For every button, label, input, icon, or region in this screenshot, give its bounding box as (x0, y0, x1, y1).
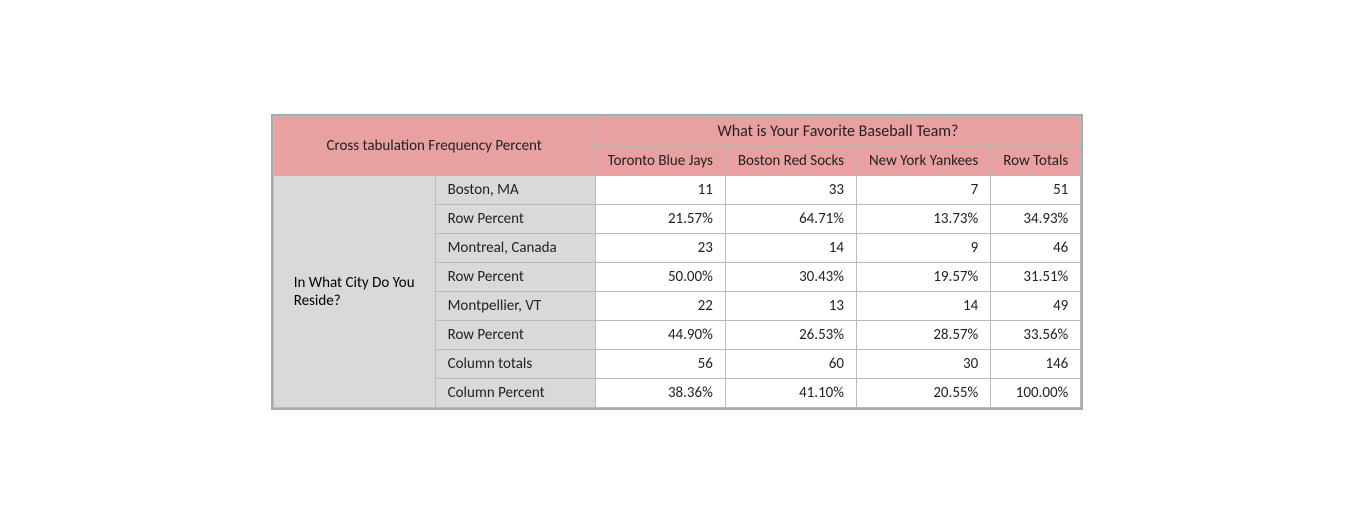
crosstab-table: Cross tabulation Frequency Percent What … (271, 114, 1084, 410)
table-cell: 11 (595, 176, 725, 205)
row-label: Montpellier, VT (435, 292, 595, 321)
cross-tab-label: Cross tabulation Frequency Percent (273, 117, 595, 176)
table-cell: 13.73% (857, 205, 991, 234)
row-label: Boston, MA (435, 176, 595, 205)
table-cell: 51 (991, 176, 1081, 205)
table-cell: 19.57% (857, 263, 991, 292)
table-cell: 38.36% (595, 379, 725, 408)
table-cell: 100.00% (991, 379, 1081, 408)
col-header-1: Toronto Blue Jays (595, 147, 725, 176)
table-cell: 31.51% (991, 263, 1081, 292)
table-cell: 28.57% (857, 321, 991, 350)
table-cell: 7 (857, 176, 991, 205)
table-cell: 49 (991, 292, 1081, 321)
table-cell: 20.55% (857, 379, 991, 408)
col-header-4: Row Totals (991, 147, 1081, 176)
city-row-label: In What City Do YouReside? (273, 176, 435, 408)
table-cell: 50.00% (595, 263, 725, 292)
row-label: Column totals (435, 350, 595, 379)
row-label: Column Percent (435, 379, 595, 408)
row-label: Row Percent (435, 263, 595, 292)
col-header-2: Boston Red Socks (725, 147, 856, 176)
col2-label: Boston Red Socks (738, 152, 844, 170)
col1-label: Toronto Blue Jays (608, 152, 713, 170)
table-cell: 33 (725, 176, 856, 205)
table-cell: 60 (725, 350, 856, 379)
table-cell: 22 (595, 292, 725, 321)
table-cell: 64.71% (725, 205, 856, 234)
table-cell: 9 (857, 234, 991, 263)
table-cell: 21.57% (595, 205, 725, 234)
table-cell: 46 (991, 234, 1081, 263)
row-label: Montreal, Canada (435, 234, 595, 263)
table-cell: 26.53% (725, 321, 856, 350)
row-label: Row Percent (435, 205, 595, 234)
table-cell: 56 (595, 350, 725, 379)
table-cell: 33.56% (991, 321, 1081, 350)
table-cell: 14 (857, 292, 991, 321)
table-cell: 44.90% (595, 321, 725, 350)
table-cell: 146 (991, 350, 1081, 379)
col4-label: Row Totals (1003, 152, 1068, 170)
table-cell: 23 (595, 234, 725, 263)
table-cell: 30.43% (725, 263, 856, 292)
row-label: Row Percent (435, 321, 595, 350)
table-cell: 41.10% (725, 379, 856, 408)
col-header-3: New York Yankees (857, 147, 991, 176)
table-cell: 30 (857, 350, 991, 379)
table-cell: 13 (725, 292, 856, 321)
col3-label: New York Yankees (869, 152, 978, 170)
table-cell: 14 (725, 234, 856, 263)
main-header: What is Your Favorite Baseball Team? (595, 117, 1081, 147)
table-cell: 34.93% (991, 205, 1081, 234)
